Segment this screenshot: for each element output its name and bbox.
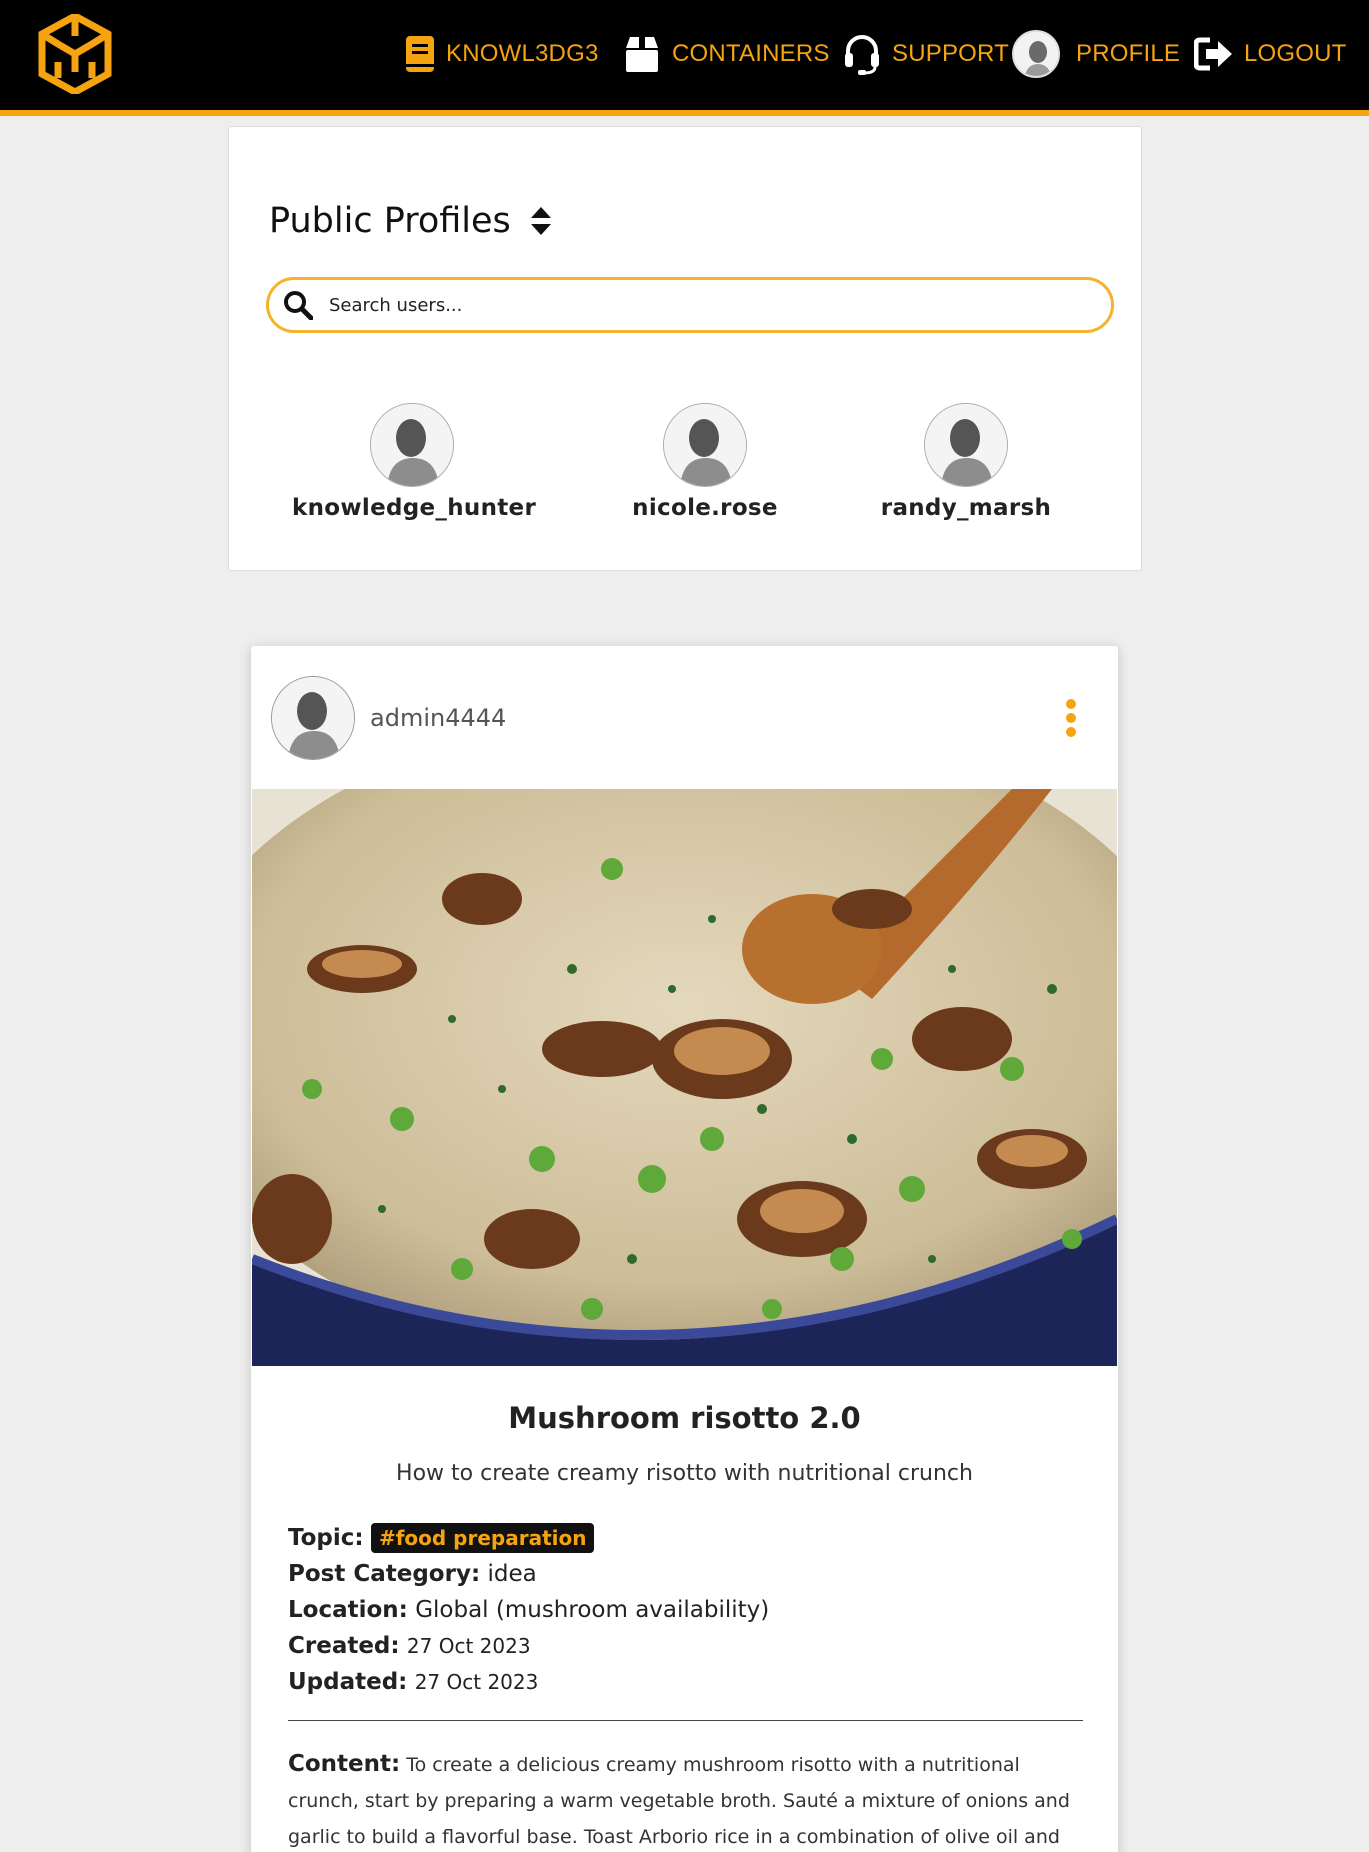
- profiles-header: Public Profiles: [269, 201, 553, 241]
- meta-category: Post Category: idea: [288, 1556, 1083, 1592]
- created-label: Created:: [288, 1633, 400, 1659]
- nav-logout[interactable]: LOGOUT: [1194, 28, 1347, 80]
- post-image: [252, 789, 1117, 1366]
- nav-label: PROFILE: [1076, 40, 1181, 67]
- post-meta: Topic: #food preparation Post Category: …: [288, 1520, 1083, 1700]
- avatar: [924, 403, 1008, 487]
- avatar: [370, 403, 454, 487]
- nav-profile[interactable]: PROFILE: [1012, 28, 1180, 80]
- nav-label: LOGOUT: [1244, 40, 1347, 67]
- topic-tag[interactable]: #food preparation: [370, 1523, 595, 1553]
- book-icon: [406, 36, 434, 72]
- meta-topic: Topic: #food preparation: [288, 1520, 1083, 1556]
- post-content: Content: To create a delicious creamy mu…: [288, 1746, 1088, 1852]
- location-label: Location:: [288, 1597, 408, 1623]
- post-subtitle: How to create creamy risotto with nutrit…: [396, 1461, 973, 1486]
- box-icon: [626, 37, 658, 72]
- username: knowledge_hunter: [292, 495, 537, 521]
- user-card[interactable]: nicole.rose: [585, 403, 825, 521]
- avatar: [1012, 30, 1060, 78]
- nav-containers[interactable]: CONTAINERS: [622, 28, 830, 80]
- post-header: admin4444: [271, 676, 506, 760]
- sort-icon[interactable]: [529, 205, 553, 237]
- nav-knowledge[interactable]: KNOWL3DG3: [404, 28, 599, 80]
- more-options-icon[interactable]: [1064, 698, 1078, 738]
- navbar: KNOWL3DG3 CONTAINERS SUPPORT PROFILE LOG…: [0, 0, 1369, 116]
- search-input[interactable]: [329, 294, 1089, 316]
- meta-location: Location: Global (mushroom availability): [288, 1592, 1083, 1628]
- category-label: Post Category:: [288, 1561, 481, 1587]
- avatar: [663, 403, 747, 487]
- public-profiles-card: Public Profiles knowledge_hunter: [228, 126, 1142, 571]
- divider: [288, 1720, 1083, 1721]
- location-value: Global (mushroom availability): [415, 1597, 770, 1623]
- username: nicole.rose: [632, 495, 778, 521]
- headset-icon: [845, 35, 879, 75]
- cube-logo-icon[interactable]: [38, 14, 112, 94]
- user-card[interactable]: randy_marsh: [846, 403, 1086, 521]
- topic-label: Topic:: [288, 1525, 364, 1551]
- post-card: admin4444 Mushroom risotto 2.0 How to cr…: [251, 646, 1118, 1852]
- user-card[interactable]: knowledge_hunter: [292, 403, 537, 521]
- page-title: Public Profiles: [269, 201, 511, 241]
- content-label: Content:: [288, 1751, 401, 1777]
- nav-label: SUPPORT: [892, 40, 1009, 67]
- updated-label: Updated:: [288, 1669, 408, 1695]
- meta-updated: Updated: 27 Oct 2023: [288, 1664, 1083, 1700]
- search-bar: [266, 277, 1114, 333]
- username: randy_marsh: [880, 495, 1052, 521]
- nav-label: KNOWL3DG3: [446, 40, 599, 67]
- nav-support[interactable]: SUPPORT: [842, 28, 1009, 80]
- meta-created: Created: 27 Oct 2023: [288, 1628, 1083, 1664]
- search-icon: [284, 291, 313, 320]
- content-text: To create a delicious creamy mushroom ri…: [288, 1754, 1070, 1848]
- post-title: Mushroom risotto 2.0: [508, 1401, 861, 1435]
- logout-icon: [1194, 37, 1232, 71]
- author-avatar[interactable]: [271, 676, 355, 760]
- nav-label: CONTAINERS: [672, 40, 830, 67]
- updated-value: 27 Oct 2023: [414, 1670, 539, 1694]
- post-author[interactable]: admin4444: [370, 704, 506, 732]
- category-value: idea: [487, 1561, 537, 1587]
- created-value: 27 Oct 2023: [406, 1634, 531, 1658]
